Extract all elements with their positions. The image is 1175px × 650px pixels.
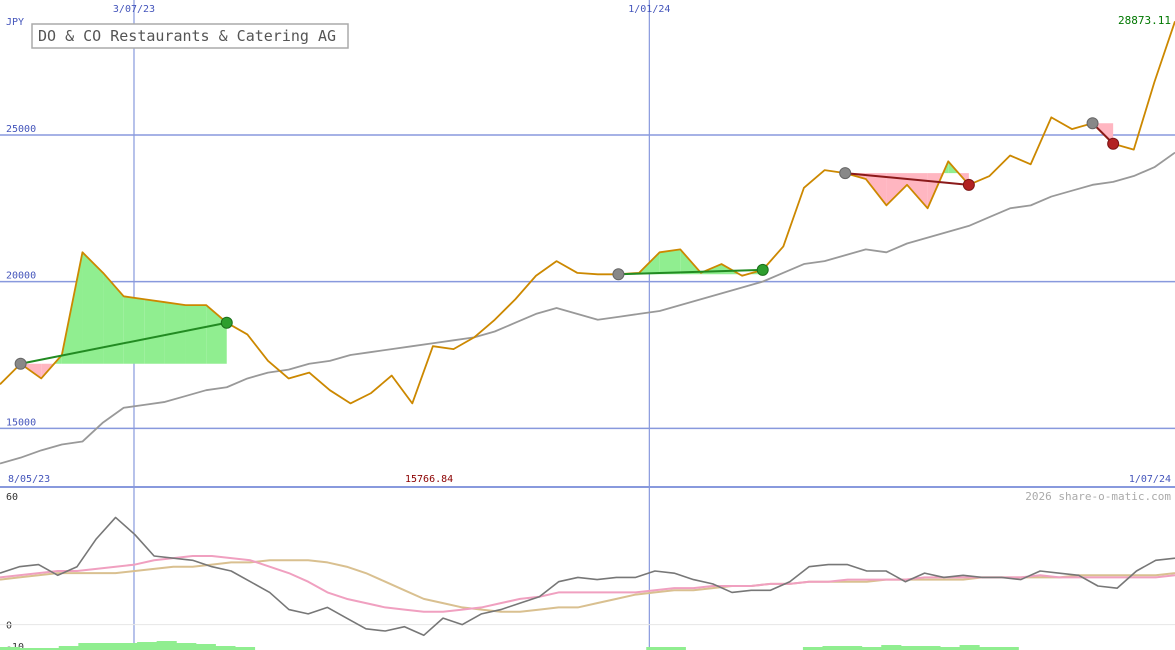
volume-bar: [215, 646, 236, 650]
osc-tick-label: 60: [6, 492, 18, 503]
trade-fill-segment: [103, 272, 124, 364]
volume-bar: [156, 641, 177, 650]
volume-bar: [97, 643, 118, 650]
volume-bars: [0, 641, 1019, 650]
osc-tick-label: 0: [6, 621, 12, 632]
top-date-label: 1/01/24: [628, 4, 670, 15]
volume-bar: [137, 642, 158, 650]
trade-entry-marker: [839, 167, 852, 180]
trade-entry-marker: [612, 268, 625, 281]
trade-exit-marker: [220, 316, 233, 329]
volume-bar: [78, 643, 99, 650]
volume-bar: [842, 646, 863, 650]
stock-chart: 25000 20000 15000 DO & CO Restaurants & Ca…: [0, 0, 1175, 650]
trade-fill-segment: [123, 296, 145, 364]
x-label-start: 8/05/23: [8, 474, 50, 485]
trade-entry-marker: [14, 357, 27, 370]
trade-fill-segment: [659, 249, 681, 275]
main-lines: [0, 21, 1175, 465]
volume-bar: [881, 645, 902, 650]
trade-markers: [14, 117, 1120, 370]
volume-bar: [195, 644, 216, 650]
min-marker-label: 15766.84: [405, 474, 453, 485]
currency-label: JPY: [6, 17, 24, 28]
trade-exit-marker: [1107, 137, 1120, 150]
trade-entry-marker: [1086, 117, 1099, 130]
y-tick-label: 20000: [6, 271, 36, 282]
volume-bar: [176, 643, 197, 650]
footer-credit: 2026 share-o-matic.com: [1025, 490, 1171, 503]
trade-fill-segment: [144, 299, 165, 364]
oscillator-grid: 600-10: [0, 492, 1175, 650]
trade-exit-marker: [962, 178, 975, 191]
volume-bar: [900, 646, 921, 650]
y-tick-label: 25000: [6, 124, 36, 135]
trade-fill-segment: [185, 305, 207, 364]
signal-tan-line: [0, 559, 1175, 613]
oscillator-lines: [0, 516, 1175, 637]
oscillator-line: [0, 516, 1175, 637]
top-date-labels: 3/07/23 1/01/24: [113, 4, 671, 15]
top-date-label: 3/07/23: [113, 4, 155, 15]
last-value-label: 28873.11: [1118, 14, 1171, 27]
y-tick-label: 15000: [6, 417, 36, 428]
volume-bar: [58, 646, 79, 650]
chart-title: DO & CO Restaurants & Catering AG: [38, 27, 336, 45]
volume-bar: [822, 646, 843, 650]
volume-bar: [920, 646, 941, 650]
trade-exit-marker: [756, 263, 769, 276]
volume-bar: [959, 645, 980, 650]
signal-pink-line: [0, 555, 1175, 613]
x-label-end: 1/07/24: [1129, 474, 1171, 485]
volume-bar: [117, 643, 138, 650]
